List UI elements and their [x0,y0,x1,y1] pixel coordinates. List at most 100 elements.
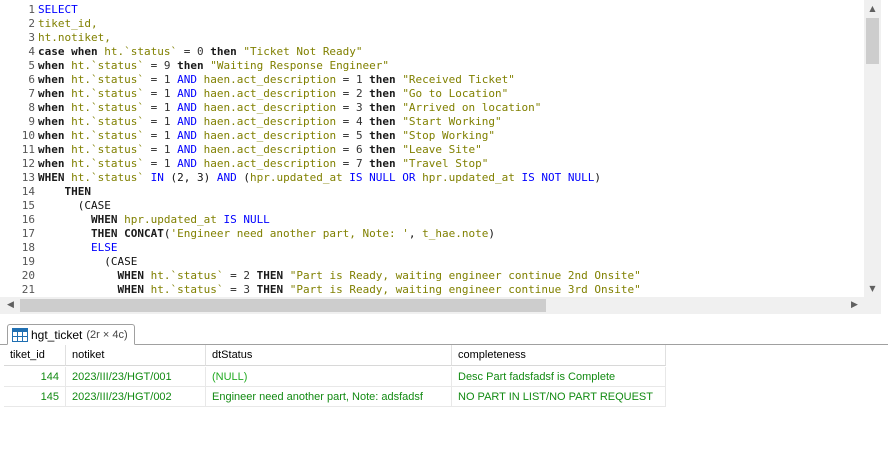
line-number: 6 [28,73,35,86]
code-line[interactable]: case when ht.`status` = 0 then "Ticket N… [38,45,864,59]
code-token: = [143,157,164,170]
code-token: then [362,129,403,142]
code-token: IN [143,171,171,184]
line-number: 4 [28,45,35,58]
code-token: = [336,73,356,86]
column-header-tiket-id[interactable]: tiket_id [4,345,66,366]
code-token: 1 [355,73,363,86]
code-line[interactable]: when ht.`status` = 1 AND haen.act_descri… [38,101,864,115]
code-token: "Start Working" [402,115,502,128]
code-line[interactable]: ELSE [38,241,864,255]
line-number: 1 [28,3,35,16]
table-cell[interactable]: Desc Part fadsfadsf is Complete [452,367,666,387]
code-line[interactable]: when ht.`status` = 1 AND haen.act_descri… [38,87,864,101]
code-token: = [223,269,244,282]
code-line[interactable]: when ht.`status` = 9 then "Waiting Respo… [38,59,864,73]
code-token: when [38,87,72,100]
code-token: ht.notiket, [38,31,111,44]
code-line[interactable]: when ht.`status` = 1 AND haen.act_descri… [38,143,864,157]
vertical-scroll-thumb[interactable] [866,18,879,64]
scroll-down-icon[interactable]: ▼ [864,280,881,297]
code-token: AND [170,87,204,100]
code-token: ht.`status` [71,143,144,156]
results-grid[interactable]: tiket_id notiket dtStatus completeness 1… [4,345,888,449]
code-token: IS NULL OR [342,171,423,184]
horizontal-scroll-thumb[interactable] [20,299,546,312]
column-header-notiket[interactable]: notiket [66,345,206,366]
code-line[interactable]: (CASE [38,255,864,269]
line-number: 7 [28,87,35,100]
line-number: 19 [21,255,35,268]
code-token: "Ticket Not Ready" [243,45,363,58]
tab-hgt-ticket[interactable]: hgt_ticket (2r × 4c) [7,324,135,345]
code-line[interactable]: when ht.`status` = 1 AND haen.act_descri… [38,157,864,171]
code-line[interactable]: WHEN hpr.updated_at IS NULL [38,213,864,227]
code-line[interactable]: when ht.`status` = 1 AND haen.act_descri… [38,129,864,143]
code-line[interactable]: when ht.`status` = 1 AND haen.act_descri… [38,73,864,87]
code-line[interactable]: SELECT [38,3,864,17]
code-line[interactable]: THEN CONCAT('Engineer need another part,… [38,227,864,241]
code-line[interactable]: WHEN ht.`status` = 2 THEN "Part is Ready… [38,269,864,283]
scrollbar-corner [864,297,881,314]
code-token: "Part is Ready, waiting engineer continu… [289,283,641,296]
code-area[interactable]: SELECT tiket_id, ht.notiket, case when ht.`… [38,3,864,297]
code-line[interactable]: WHEN ht.`status` IN (2, 3) AND (hpr.upda… [38,171,864,185]
code-token: hpr.updated_at [422,171,515,184]
code-token: ht.`status` [150,269,224,282]
sql-editor[interactable]: 1 2 3 4 5 6 7 8 9 10 11 12 13 14 15 16 17 18 19 20 21 SELECT… [0,0,888,316]
code-token: then [362,73,403,86]
code-token: (CASE [38,255,138,268]
code-token: = [143,129,164,142]
scroll-right-icon[interactable]: ▶ [846,297,863,314]
code-token: AND [170,115,204,128]
code-line[interactable]: (CASE [38,199,864,213]
code-token: ht.`status` [71,115,144,128]
line-number: 13 [21,171,35,184]
code-token: SELECT [38,3,78,16]
code-token: hpr.updated_at [249,171,343,184]
code-line[interactable]: when ht.`status` = 1 AND haen.act_descri… [38,115,864,129]
table-cell[interactable]: NO PART IN LIST/NO PART REQUEST [452,387,666,407]
scroll-left-icon[interactable]: ◀ [2,297,19,314]
code-token: hpr.updated_at [124,213,217,226]
line-number: 11 [21,143,35,156]
code-token: "Part is Ready, waiting engineer continu… [289,269,641,282]
line-number: 12 [21,157,35,170]
code-token: haen.act_description [203,143,337,156]
table-cell[interactable]: 145 [4,387,66,407]
vertical-scrollbar[interactable]: ▲ ▼ [864,0,881,297]
horizontal-scrollbar[interactable]: ◀ ▶ [0,297,864,314]
table-cell[interactable]: 144 [4,367,66,387]
code-token: (CASE [38,199,111,212]
line-number: 20 [21,269,35,282]
code-token: "Leave Site" [402,143,482,156]
code-token: = [336,143,356,156]
code-token: = [177,45,197,58]
code-token: tiket_id, [38,17,98,30]
code-token: then [362,115,403,128]
code-token: = [336,157,356,170]
code-line[interactable]: tiket_id, [38,17,864,31]
column-header-dtstatus[interactable]: dtStatus [206,345,452,366]
code-line[interactable]: WHEN ht.`status` = 3 THEN "Part is Ready… [38,283,864,297]
code-token: IS NOT NULL [514,171,595,184]
scroll-up-icon[interactable]: ▲ [864,0,881,17]
table-cell-null[interactable]: (NULL) [206,367,452,387]
code-token: when [38,129,72,142]
tab-label: hgt_ticket [31,327,83,342]
line-number: 9 [28,115,35,128]
column-header-completeness[interactable]: completeness [452,345,666,366]
code-token: when [38,73,72,86]
code-line[interactable]: THEN [38,185,864,199]
code-token: AND [170,129,204,142]
code-token: ht.`status` [71,87,144,100]
code-token: then [170,59,211,72]
table-cell[interactable]: 2023/III/23/HGT/002 [66,387,206,407]
code-line[interactable]: ht.notiket, [38,31,864,45]
table-cell[interactable]: 2023/III/23/HGT/001 [66,367,206,387]
code-token: THEN [249,269,290,282]
table-cell[interactable]: Engineer need another part, Note: adsfad… [206,387,452,407]
line-number: 10 [21,129,35,142]
